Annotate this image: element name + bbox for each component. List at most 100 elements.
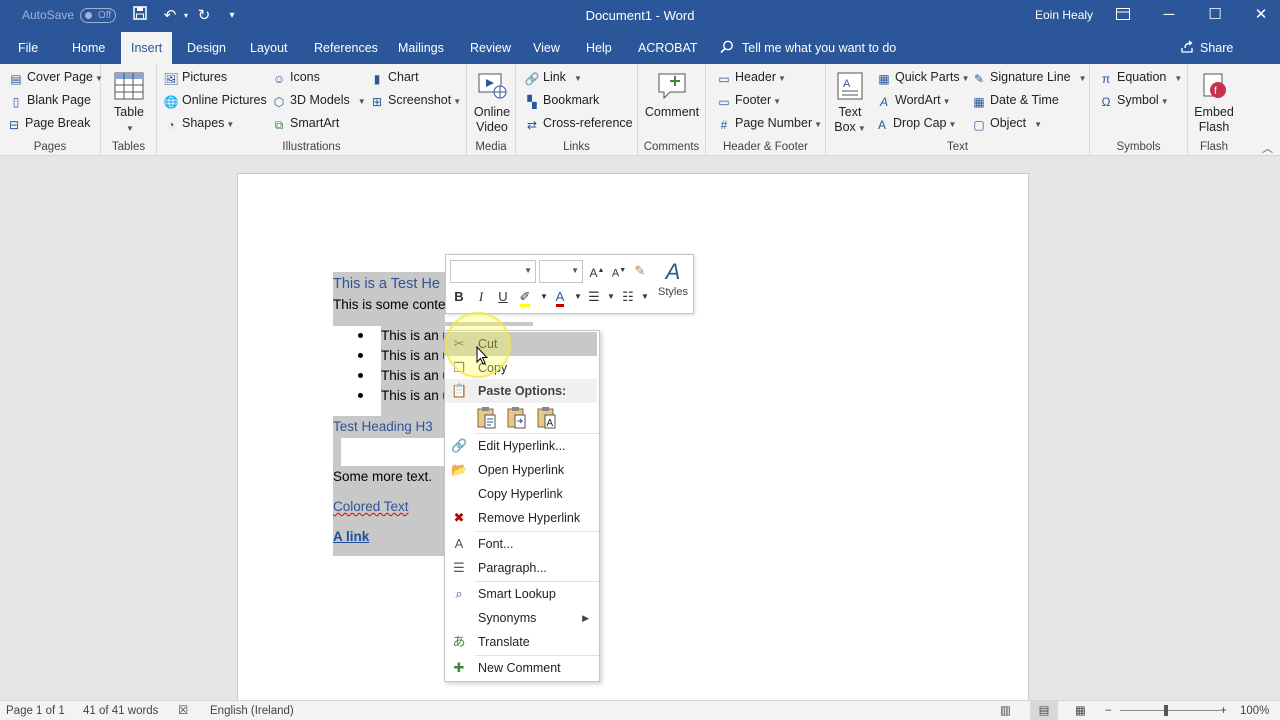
underline-button[interactable]: U: [493, 287, 513, 307]
online-pictures-button[interactable]: 🌐 Online Pictures: [163, 90, 267, 110]
heading-3[interactable]: Test Heading H3: [333, 418, 433, 436]
list-item[interactable]: This is an u: [381, 327, 450, 345]
shrink-font-icon[interactable]: A▼: [609, 261, 629, 281]
proofing-icon[interactable]: ☒: [178, 701, 188, 720]
list-item[interactable]: This is an u: [381, 347, 450, 365]
zoom-out-icon[interactable]: −: [1105, 701, 1112, 720]
blank-page-button[interactable]: ▯ Blank Page: [8, 90, 91, 110]
embed-flash-button[interactable]: f Embed Flash: [1191, 70, 1237, 135]
wordart-button[interactable]: A WordArt ▼: [876, 90, 951, 110]
undo-dropdown-icon[interactable]: ▾: [176, 6, 196, 26]
symbol-button[interactable]: Ω Symbol ▼: [1098, 90, 1169, 110]
tab-help[interactable]: Help: [576, 32, 622, 64]
footer-button[interactable]: ▭ Footer ▼: [716, 90, 781, 110]
menu-item-synonyms[interactable]: Synonyms ▶: [445, 606, 597, 630]
grow-font-icon[interactable]: A▲: [587, 261, 607, 281]
tab-design[interactable]: Design: [177, 32, 236, 64]
menu-item-cut[interactable]: ✂ Cut: [445, 332, 597, 356]
paste-text-only-icon[interactable]: A: [535, 406, 559, 430]
tab-references[interactable]: References: [304, 32, 388, 64]
format-painter-icon[interactable]: ✎: [630, 261, 650, 281]
icons-button[interactable]: ☺ Icons: [271, 67, 320, 87]
maximize-icon[interactable]: ☐: [1192, 0, 1238, 32]
styles-button[interactable]: A Styles: [654, 258, 692, 298]
menu-item-remove-hyperlink[interactable]: ✖ Remove Hyperlink: [445, 506, 597, 530]
zoom-slider-thumb[interactable]: [1164, 705, 1168, 716]
paste-merge-formatting-icon[interactable]: [505, 406, 529, 430]
menu-item-copy[interactable]: ❐ Copy: [445, 356, 597, 380]
menu-item-copy-hyperlink[interactable]: Copy Hyperlink: [445, 482, 597, 506]
print-layout-icon[interactable]: ▤: [1030, 701, 1058, 720]
colored-text[interactable]: Colored Text: [333, 498, 409, 516]
customize-qat-icon[interactable]: ▾: [222, 6, 242, 26]
tab-home[interactable]: Home: [62, 32, 115, 64]
highlight-icon[interactable]: ✐: [515, 287, 535, 307]
drop-cap-button[interactable]: A Drop Cap ▼: [874, 113, 956, 133]
bookmark-button[interactable]: ▚ Bookmark: [524, 90, 599, 110]
language[interactable]: English (Ireland): [210, 701, 294, 720]
page-count[interactable]: Page 1 of 1: [6, 701, 65, 720]
page-number-button[interactable]: # Page Number ▼: [716, 113, 822, 133]
tab-acrobat[interactable]: ACROBAT: [628, 32, 708, 64]
menu-item-translate[interactable]: あ Translate: [445, 630, 597, 654]
comment-button[interactable]: Comment: [642, 70, 702, 120]
list-item[interactable]: This is an u: [381, 367, 450, 385]
zoom-in-icon[interactable]: +: [1220, 701, 1227, 720]
quick-parts-button[interactable]: ▦ Quick Parts ▼: [876, 67, 969, 87]
collapse-ribbon-icon[interactable]: ︿: [1262, 140, 1273, 156]
header-button[interactable]: ▭ Header ▼: [716, 67, 786, 87]
tab-layout[interactable]: Layout: [240, 32, 298, 64]
signature-line-button[interactable]: ✎ Signature Line ▼: [971, 67, 1087, 87]
list-item[interactable]: This is an u: [381, 387, 450, 405]
font-size-combo[interactable]: ▼: [539, 260, 583, 283]
online-video-button[interactable]: Online Video: [470, 70, 514, 135]
tab-file[interactable]: File: [8, 32, 48, 64]
italic-button[interactable]: I: [471, 287, 491, 307]
cover-page-button[interactable]: ▤ Cover Page ▼: [8, 67, 103, 87]
page-break-button[interactable]: ⊟ Page Break: [6, 113, 90, 133]
menu-item-paragraph[interactable]: ☰ Paragraph...: [445, 556, 597, 580]
user-name[interactable]: Eoin Healy: [1035, 8, 1093, 22]
tab-mailings[interactable]: Mailings: [388, 32, 454, 64]
3d-models-button[interactable]: ⬡ 3D Models ▼: [271, 90, 366, 110]
ribbon-display-icon[interactable]: [1100, 0, 1146, 32]
date-time-button[interactable]: ▦ Date & Time: [971, 90, 1058, 110]
font-name-combo[interactable]: ▼: [450, 260, 536, 283]
menu-item-edit-hyperlink[interactable]: 🔗 Edit Hyperlink...: [445, 434, 597, 458]
tab-view[interactable]: View: [523, 32, 570, 64]
minimize-icon[interactable]: ─: [1146, 0, 1192, 32]
hyperlink-text[interactable]: A link: [333, 528, 369, 546]
autosave-toggle[interactable]: Off: [80, 8, 116, 23]
object-button[interactable]: ▢ Object ▼: [971, 113, 1042, 133]
table-button[interactable]: Table ▼: [109, 70, 149, 136]
tab-insert[interactable]: Insert: [121, 32, 173, 64]
text-box-button[interactable]: A Text Box ▼: [830, 70, 870, 136]
chart-button[interactable]: ▮ Chart: [369, 67, 419, 87]
share-button[interactable]: Share: [1180, 32, 1233, 64]
menu-item-open-hyperlink[interactable]: 📂 Open Hyperlink: [445, 458, 597, 482]
link-button[interactable]: 🔗 Link ▼: [524, 67, 582, 87]
word-count[interactable]: 41 of 41 words: [83, 701, 158, 720]
equation-button[interactable]: π Equation ▼: [1098, 67, 1182, 87]
menu-item-new-comment[interactable]: ✚ New Comment: [445, 656, 597, 680]
read-mode-icon[interactable]: ▥: [1000, 701, 1011, 720]
menu-item-smart-lookup[interactable]: ⌕ Smart Lookup: [445, 582, 597, 606]
zoom-level[interactable]: 100%: [1240, 701, 1269, 720]
paste-keep-formatting-icon[interactable]: [475, 406, 499, 430]
pictures-button[interactable]: 🖼 Pictures: [163, 67, 227, 87]
redo-icon[interactable]: ↻: [194, 6, 214, 26]
chevron-down-icon[interactable]: ▼: [635, 287, 655, 307]
font-color-icon[interactable]: A: [550, 287, 570, 307]
tab-review[interactable]: Review: [460, 32, 521, 64]
shapes-button[interactable]: ◔ Shapes ▼: [163, 113, 234, 133]
cross-reference-button[interactable]: ⇄ Cross-reference: [524, 113, 633, 133]
zoom-slider[interactable]: [1120, 701, 1220, 720]
heading-1[interactable]: This is a Test He: [333, 275, 440, 293]
save-icon[interactable]: [130, 6, 150, 26]
smartart-button[interactable]: ⧉ SmartArt: [271, 113, 340, 133]
body-paragraph[interactable]: This is some conte: [333, 296, 446, 314]
bold-button[interactable]: B: [449, 287, 469, 307]
tell-me-box[interactable]: Tell me what you want to do: [720, 32, 896, 64]
screenshot-button[interactable]: ⊞ Screenshot ▼: [369, 90, 461, 110]
menu-item-font[interactable]: A Font...: [445, 532, 597, 556]
